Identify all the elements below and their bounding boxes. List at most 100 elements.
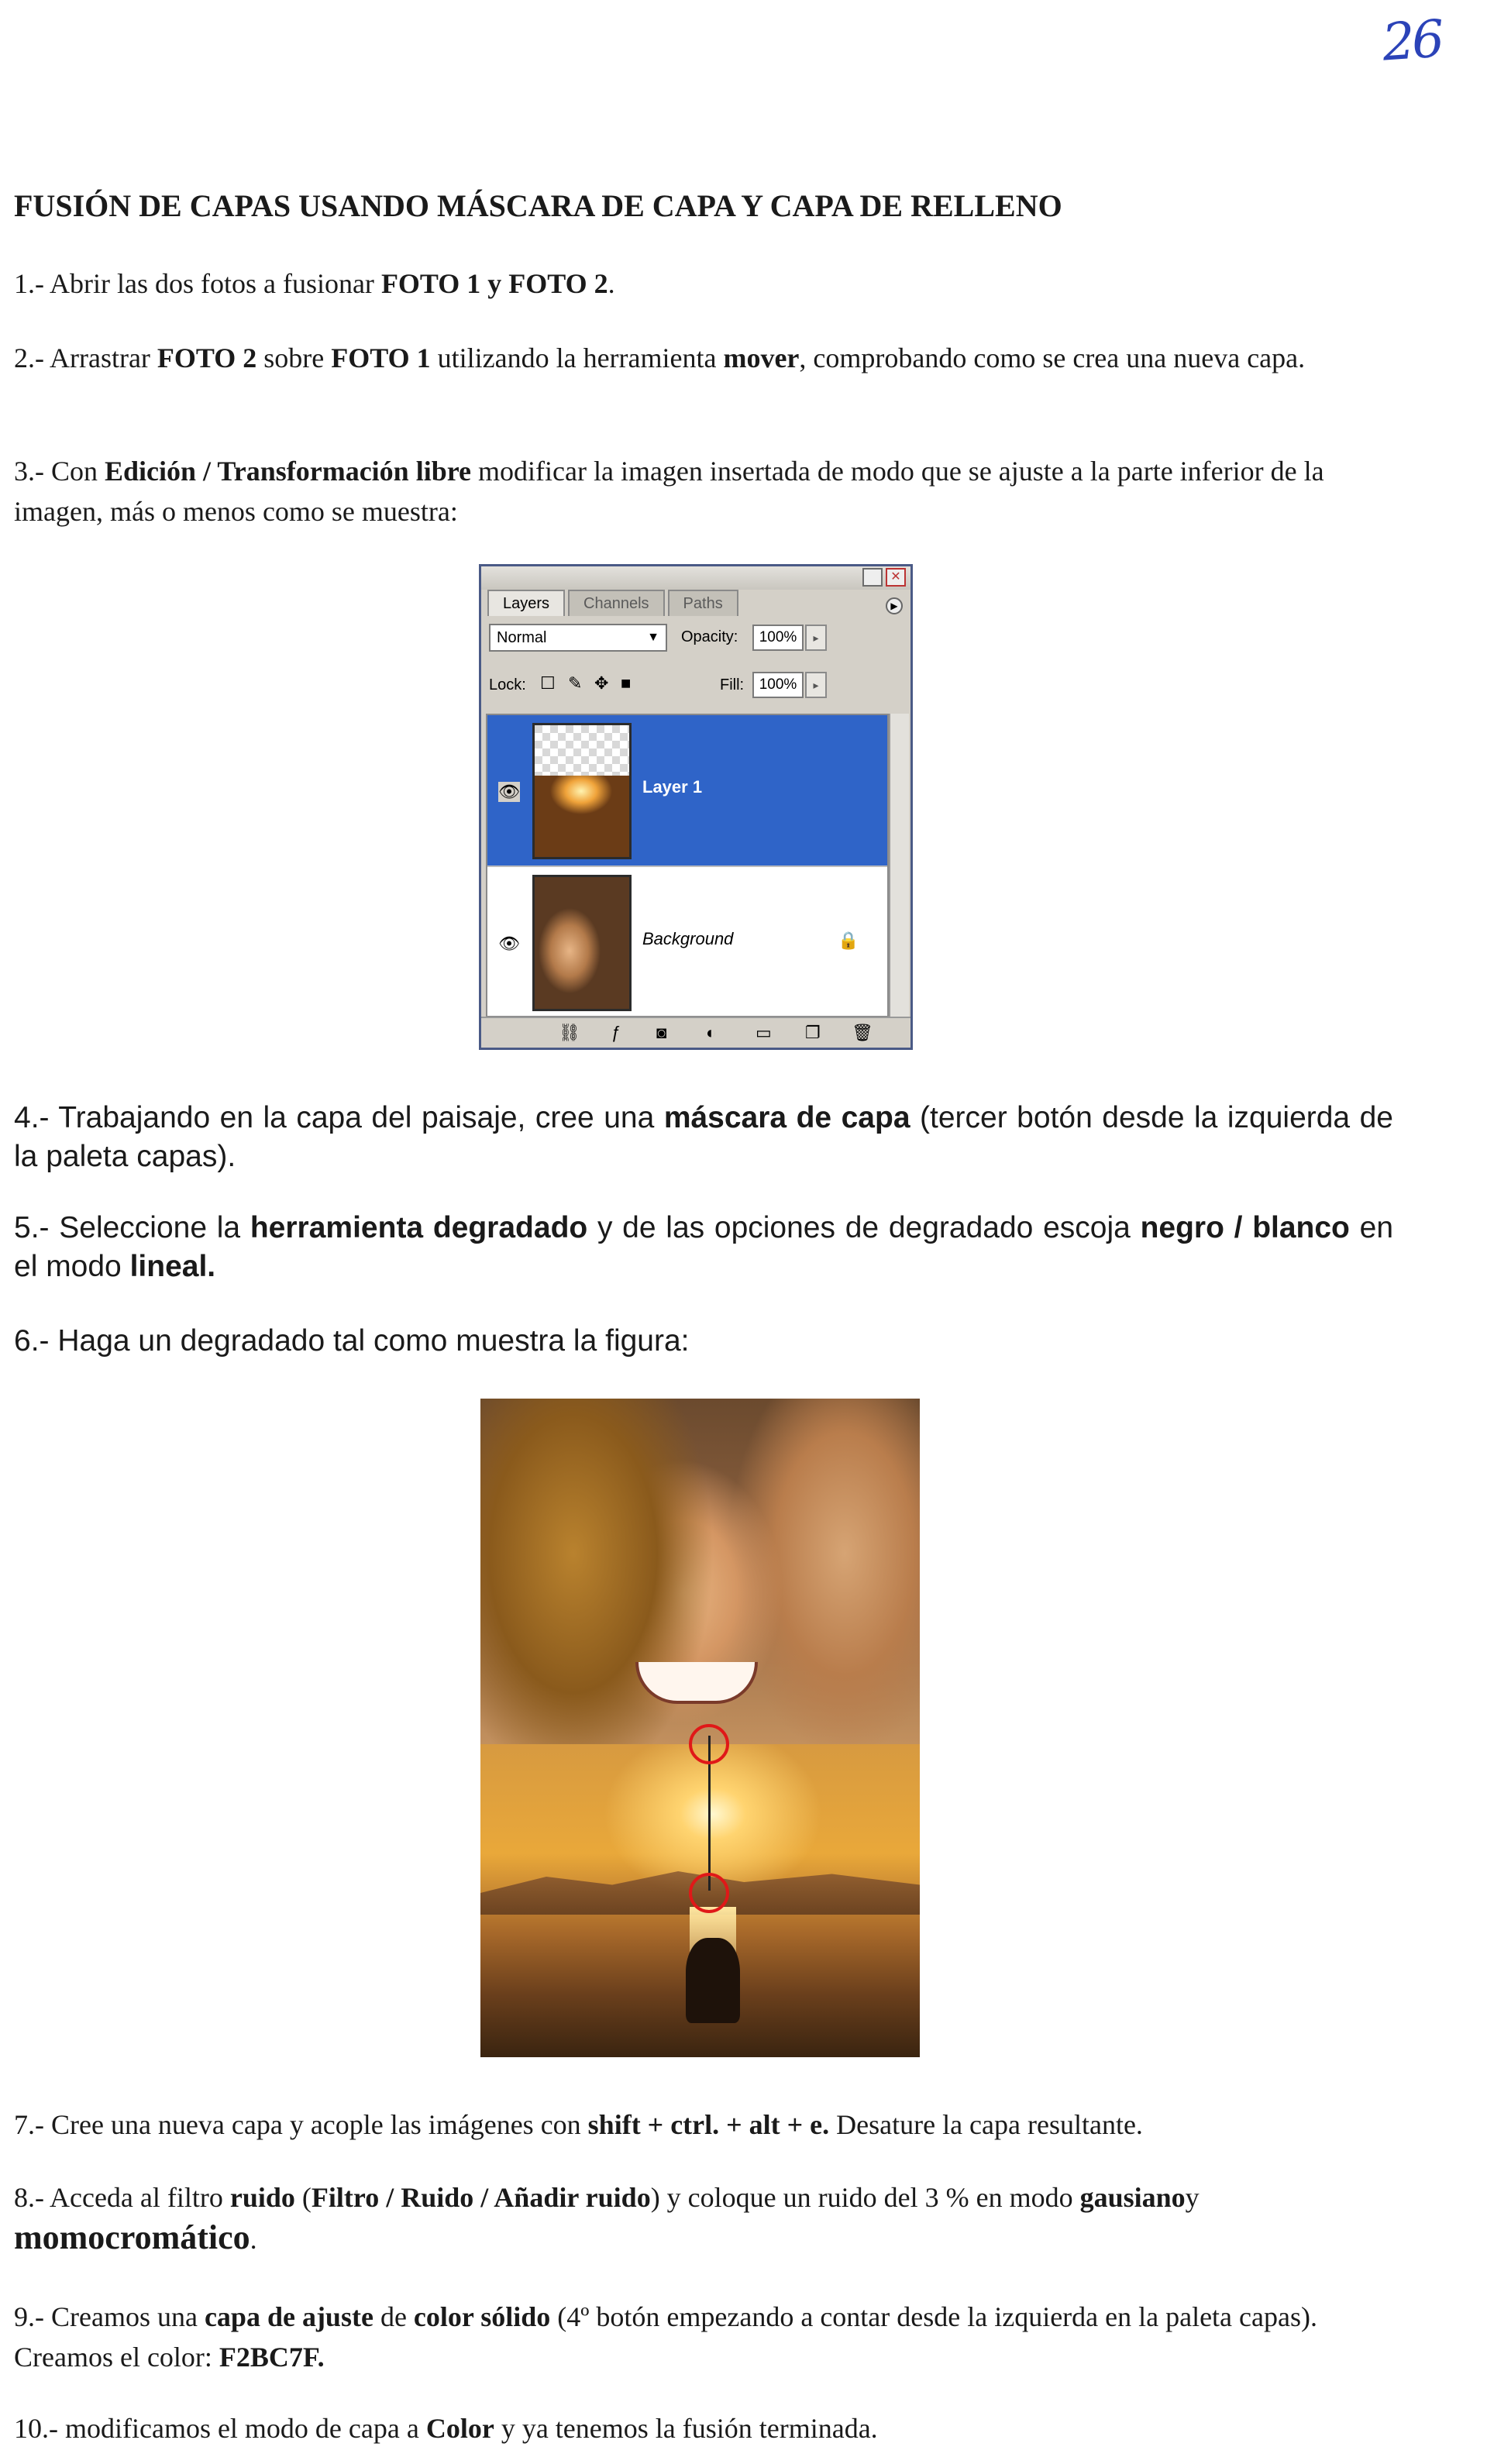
step-5-bold-f: lineal. — [129, 1250, 216, 1283]
document-title: FUSIÓN DE CAPAS USANDO MÁSCARA DE CAPA Y… — [14, 188, 1062, 223]
blend-mode-select[interactable]: Normal ▼ — [489, 624, 667, 652]
fx-icon[interactable]: ƒ — [611, 1023, 621, 1043]
panel-titlebar: ✕ — [481, 566, 910, 590]
step-7: 7.- Cree una nueva capa y acople las imá… — [14, 2104, 1393, 2145]
lock-paint-icon[interactable]: ✎ — [568, 673, 582, 693]
lock-transparent-icon[interactable]: ☐ — [540, 673, 556, 693]
step-4-text-a: 4.- Trabajando en la capa del paisaje, c… — [14, 1101, 664, 1134]
step-7-text-c: Desature la capa resultante. — [829, 2109, 1143, 2140]
step-3-text-a: 3.- Con — [14, 456, 105, 487]
step-2-text-c: sobre — [256, 342, 332, 373]
page-number: 26 — [1380, 9, 1444, 73]
step-2-text-g: , comprobando como se crea una nueva cap… — [799, 342, 1306, 373]
fill-input[interactable]: 100% — [752, 672, 804, 698]
opacity-stepper[interactable]: ▸ — [805, 625, 827, 651]
step-8-bold-b: ruido — [229, 2182, 295, 2213]
trash-icon[interactable]: 🗑 — [852, 1023, 873, 1043]
step-8: 8.- Acceda al filtro ruido (Filtro / Rui… — [14, 2177, 1393, 2259]
layer-mask-icon[interactable]: ◙ — [656, 1023, 666, 1043]
step-4: 4.- Trabajando en la capa del paisaje, c… — [14, 1099, 1393, 1176]
step-4-bold-b: máscara de capa — [663, 1101, 910, 1134]
step-8-bold-f: gausiano — [1079, 2182, 1186, 2213]
step-8-text-g: y — [1185, 2182, 1200, 2213]
step-2-text-a: 2.- Arrastrar — [14, 342, 157, 373]
link-icon[interactable]: ⛓ — [559, 1023, 580, 1043]
step-5-bold-b: herramienta degradado — [250, 1211, 588, 1244]
step-1-text: 1.- Abrir las dos fotos a fusionar — [14, 268, 381, 299]
step-8-text-a: 8.- Acceda al filtro — [14, 2182, 230, 2213]
step-3: 3.- Con Edición / Transformación libre m… — [14, 451, 1393, 532]
close-button[interactable]: ✕ — [886, 568, 906, 587]
background-thumbnail — [532, 875, 632, 1011]
step-8-bold-d: Filtro / Ruido / Añadir ruido — [311, 2182, 651, 2213]
step-5-bold-d: negro / blanco — [1140, 1211, 1350, 1244]
visibility-eye-icon[interactable]: 👁 — [498, 934, 520, 954]
lock-all-icon[interactable]: ■ — [621, 673, 631, 693]
step-2-text-e: utilizando la herramienta — [430, 342, 724, 373]
step-10-bold-b: Color — [425, 2413, 494, 2444]
step-9-bold-d: color sólido — [413, 2301, 551, 2332]
fill-label: Fill: — [720, 676, 745, 693]
layer1-thumbnail-image — [535, 775, 629, 857]
tab-channels[interactable]: Channels — [568, 590, 665, 616]
step-5-text-a: 5.- Seleccione la — [14, 1211, 250, 1244]
layer1-name: Layer 1 — [642, 777, 703, 797]
couple-portrait — [480, 1399, 920, 1744]
background-name: Background — [642, 929, 734, 948]
blend-mode-value: Normal — [497, 629, 547, 646]
panel-bottom-bar: ⛓ ƒ ◙ ◐ ▭ ❐ 🗑 — [481, 1017, 910, 1048]
gradient-start-marker — [689, 1724, 729, 1764]
layer-row-layer1[interactable]: 👁 Layer 1 — [487, 715, 887, 867]
step-9-bold-f: F2BC7F. — [219, 2342, 325, 2373]
step-7-bold-b: shift + ctrl. + alt + e. — [587, 2109, 830, 2140]
step-9-text-a: 9.- Creamos una — [14, 2301, 205, 2332]
step-10-text-c: y ya tenemos la fusión terminada. — [494, 2413, 878, 2444]
chevron-down-icon: ▼ — [647, 631, 659, 644]
step-2-bold-d: FOTO 1 — [331, 342, 431, 373]
gradient-end-marker — [689, 1873, 729, 1913]
step-9-bold-b: capa de ajuste — [204, 2301, 373, 2332]
lock-label: Lock: — [489, 676, 526, 693]
step-9: 9.- Creamos una capa de ajuste de color … — [14, 2297, 1393, 2377]
group-folder-icon[interactable]: ▭ — [756, 1023, 772, 1043]
tab-paths[interactable]: Paths — [667, 590, 738, 616]
step-2-bold-b: FOTO 2 — [157, 342, 257, 373]
panel-tabs: Layers Channels Paths — [487, 590, 742, 618]
lock-move-icon[interactable]: ✥ — [594, 673, 608, 693]
fill-stepper[interactable]: ▸ — [805, 672, 827, 698]
step-2: 2.- Arrastrar FOTO 2 sobre FOTO 1 utiliz… — [14, 338, 1393, 378]
step-7-text-a: 7.- Cree una nueva capa y acople las imá… — [14, 2109, 588, 2140]
opacity-input[interactable]: 100% — [752, 625, 804, 651]
minimize-button[interactable] — [862, 568, 883, 587]
step-6: 6.- Haga un degradado tal como muestra l… — [14, 1322, 1393, 1361]
layer1-thumbnail — [532, 723, 632, 859]
step-2-bold-f: mover — [723, 342, 800, 373]
step-10: 10.- modificamos el modo de capa a Color… — [14, 2408, 1393, 2449]
step-8-text-e: ) y coloque un ruido del 3 % en modo — [650, 2182, 1080, 2213]
layers-list: 👁 Layer 1 👁 Background 🔒 — [486, 714, 889, 1019]
step-8-text-i: . — [250, 2224, 257, 2255]
new-layer-icon[interactable]: ❐ — [805, 1023, 821, 1043]
step-1-bold: FOTO 1 y FOTO 2 — [380, 268, 608, 299]
step-8-bold-h: momocromático — [14, 2218, 250, 2256]
step-1: 1.- Abrir las dos fotos a fusionar FOTO … — [14, 263, 1393, 304]
step-5-text-c: y de las opciones de degradado escoja — [587, 1211, 1141, 1244]
layers-scrollbar[interactable] — [889, 714, 909, 1017]
tab-layers[interactable]: Layers — [487, 590, 566, 616]
step-10-text-a: 10.- modificamos el modo de capa a — [14, 2413, 426, 2444]
opacity-label: Opacity: — [681, 628, 738, 645]
gradient-example-image — [480, 1399, 920, 2057]
step-5: 5.- Seleccione la herramienta degradado … — [14, 1209, 1393, 1286]
layer-row-background[interactable]: 👁 Background 🔒 — [487, 867, 887, 1019]
lock-icon: 🔒 — [838, 931, 859, 950]
panel-menu-icon[interactable]: ▶ — [886, 597, 903, 614]
step-9-text-c: de — [373, 2301, 414, 2332]
step-6-text: 6.- Haga un degradado tal como muestra l… — [14, 1324, 690, 1358]
visibility-eye-icon[interactable]: 👁 — [498, 782, 520, 802]
step-1-end: . — [608, 268, 615, 299]
step-3-bold-b: Edición / Transformación libre — [105, 456, 472, 487]
layers-panel: ✕ Layers Channels Paths ▶ Normal ▼ Opacity… — [479, 564, 913, 1050]
adjustment-layer-icon[interactable]: ◐ — [706, 1023, 716, 1043]
step-8-text-c: ( — [294, 2182, 312, 2213]
couple-silhouette — [686, 1938, 740, 2023]
